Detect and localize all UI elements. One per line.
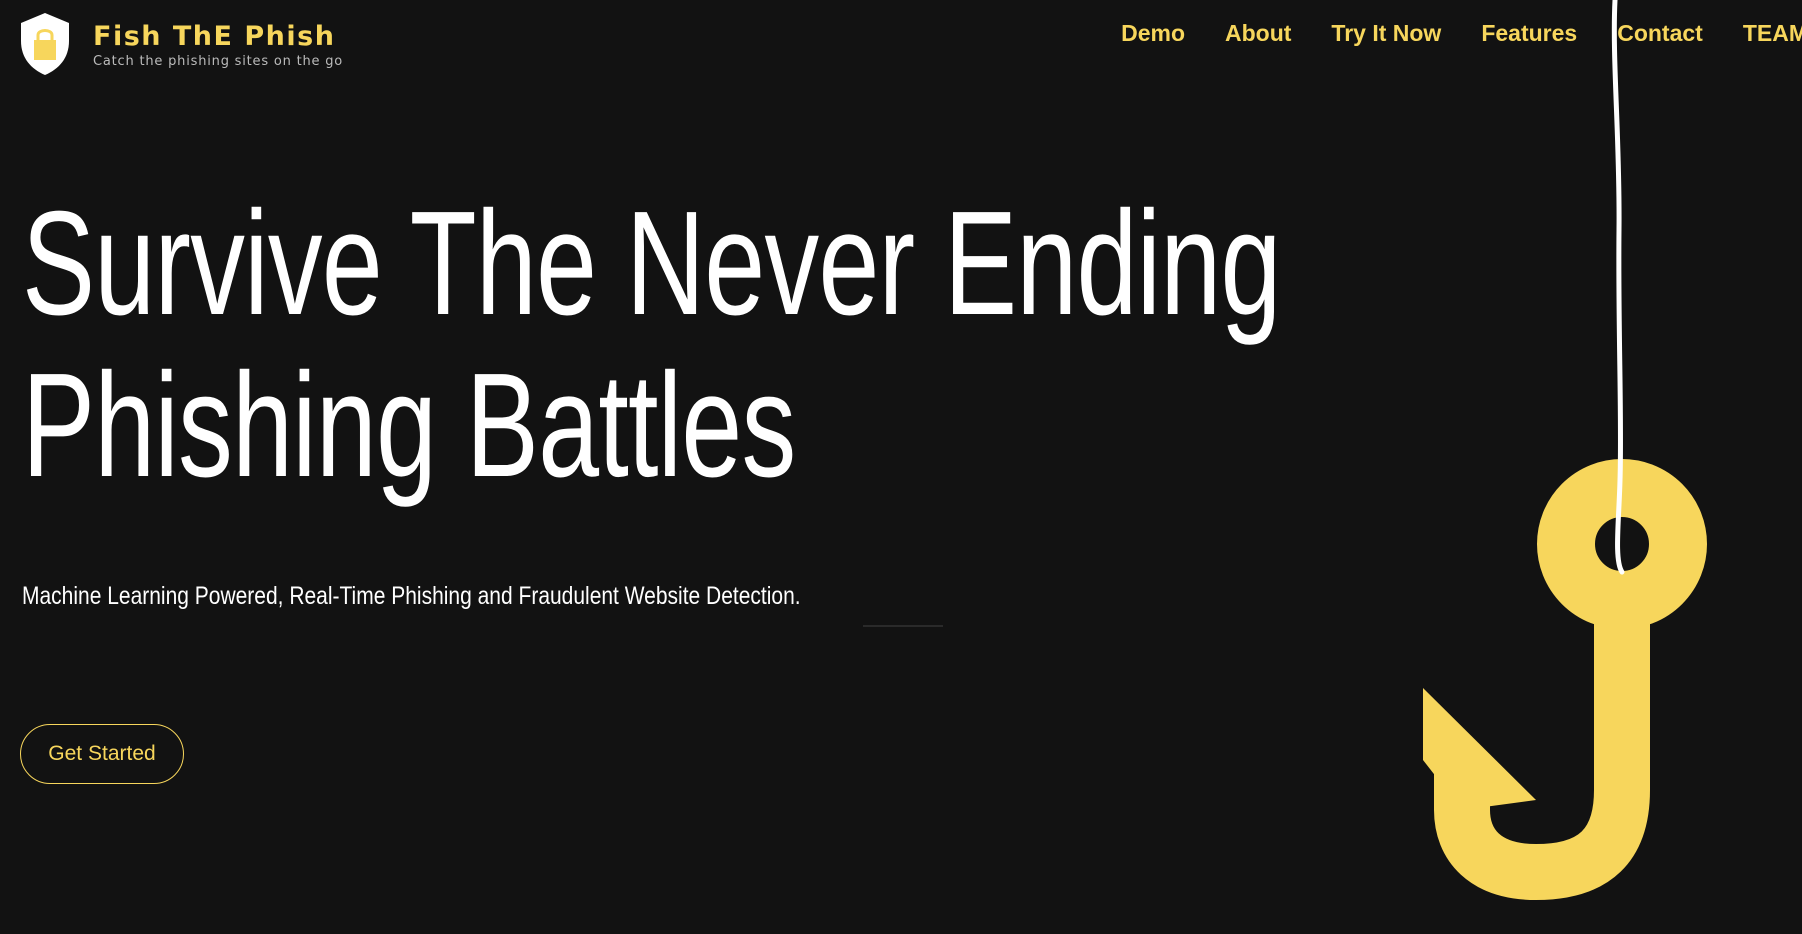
brand-tagline: Catch the phishing sites on the go [93,54,344,69]
hero-subtitle: Machine Learning Powered, Real-Time Phis… [22,582,801,610]
hero-title-line-1: Survive The Never Ending [22,181,1281,346]
nav-link-demo[interactable]: Demo [1121,18,1185,48]
hero-title-line-2: Phishing Battles [22,343,796,508]
divider [863,625,943,627]
get-started-button[interactable]: Get Started [20,724,184,784]
fish-hook-icon [1423,0,1707,900]
brand-text: Fish ThE Phish Catch the phishing sites … [93,11,343,70]
brand-logo[interactable]: Fish ThE Phish Catch the phishing sites … [18,11,343,77]
nav-link-about[interactable]: About [1225,18,1291,48]
brand-title: Fish ThE Phish [93,21,336,52]
shield-lock-icon [21,13,69,75]
hero-title: Survive The Never Ending Phishing Battle… [22,183,1281,507]
